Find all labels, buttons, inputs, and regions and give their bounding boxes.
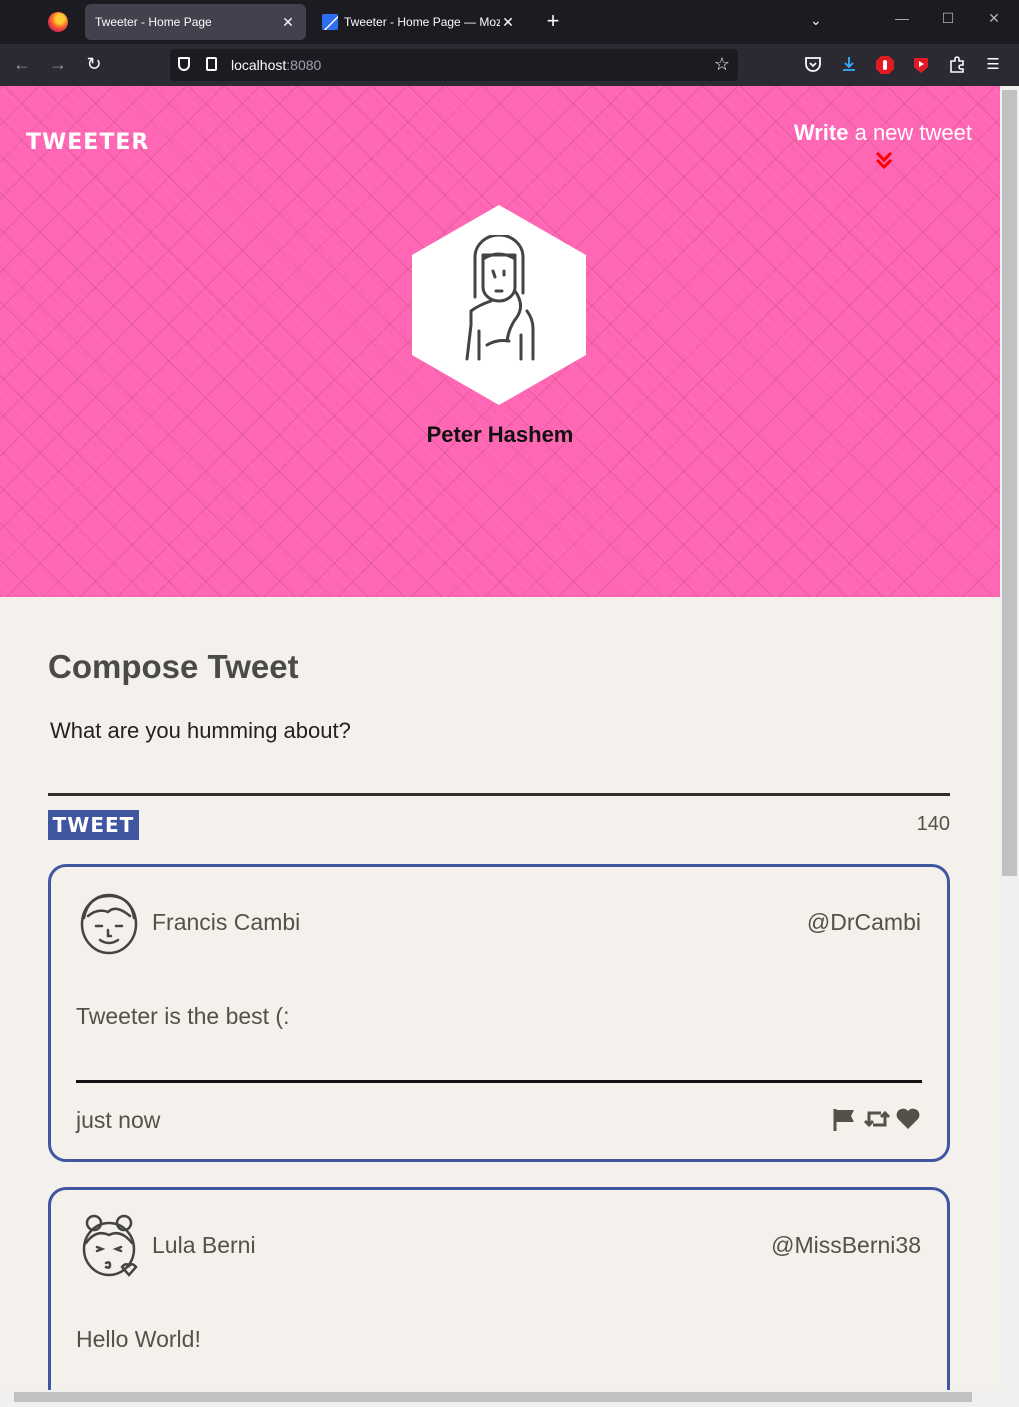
maximize-icon[interactable]: ☐ xyxy=(938,10,958,27)
back-icon[interactable]: ← xyxy=(11,54,33,74)
page-info-icon[interactable] xyxy=(206,57,217,71)
woman-avatar-icon xyxy=(465,235,535,361)
shield-icon[interactable] xyxy=(178,57,190,71)
url-port: :8080 xyxy=(286,57,322,73)
tweet-actions xyxy=(831,1107,921,1131)
tweet-card: Francis Cambi @DrCambi Tweeter is the be… xyxy=(48,864,950,1162)
close-window-icon[interactable]: ✕ xyxy=(984,10,1004,27)
minimize-icon[interactable]: — xyxy=(892,10,912,26)
write-new-tweet-link[interactable]: Write a new tweet xyxy=(794,120,972,146)
page-viewport: tweeter Write a new tweet xyxy=(0,86,1000,1390)
profile-avatar xyxy=(412,205,586,405)
url-host: localhost xyxy=(231,57,287,73)
tweet-text: Hello World! xyxy=(76,1326,201,1352)
download-icon[interactable] xyxy=(839,55,859,75)
close-tab-icon[interactable]: ✕ xyxy=(500,14,516,31)
compose-title: Compose Tweet xyxy=(48,648,299,685)
tab-tweeter-home[interactable]: Tweeter - Home Page ✕ xyxy=(85,4,306,40)
tweet-author-handle: @DrCambi xyxy=(806,909,921,935)
man-avatar-icon xyxy=(78,890,140,956)
girl-avatar-icon xyxy=(78,1213,140,1279)
tweet-card: Lula Berni @MissBerni38 Hello World! xyxy=(48,1187,950,1390)
vertical-scrollbar[interactable] xyxy=(1000,86,1019,1390)
video-extension-icon[interactable] xyxy=(911,55,931,75)
heart-icon[interactable] xyxy=(895,1107,921,1131)
tweet-author-handle: @MissBerni38 xyxy=(771,1232,921,1258)
flag-icon[interactable] xyxy=(831,1107,857,1131)
tweet-text-input[interactable] xyxy=(48,716,950,796)
tab-tweeter-home-2[interactable]: Tweeter - Home Page — Mozilla Firefox ✕ xyxy=(312,4,526,40)
chevron-down-icon[interactable]: ⌄ xyxy=(810,12,822,29)
write-bold-text: Write xyxy=(793,120,849,145)
tweet-divider xyxy=(76,1080,922,1083)
reload-icon[interactable]: ↻ xyxy=(83,54,105,74)
close-tab-icon[interactable]: ✕ xyxy=(280,14,296,31)
write-rest-text: a new tweet xyxy=(848,120,972,145)
double-chevron-down-icon[interactable] xyxy=(874,150,894,170)
character-counter: 140 xyxy=(916,813,950,835)
pocket-icon[interactable] xyxy=(803,55,823,75)
tweet-text: Tweeter is the best (: xyxy=(76,1003,290,1029)
firefox-logo-icon[interactable] xyxy=(48,12,68,32)
blocker-extension-icon[interactable] xyxy=(875,55,895,75)
tweet-submit-button[interactable]: tweet xyxy=(48,810,139,840)
profile-name: Peter Hashem xyxy=(426,422,574,447)
bookmark-star-icon[interactable]: ☆ xyxy=(714,54,730,75)
url-bar[interactable]: localhost:8080 ☆ xyxy=(170,49,738,81)
tweet-author-name: Lula Berni xyxy=(152,1232,256,1258)
hero-header: tweeter Write a new tweet xyxy=(0,86,1000,597)
brand-logo[interactable]: tweeter xyxy=(26,130,149,155)
scrollbar-thumb[interactable] xyxy=(14,1392,972,1402)
tweet-author-name: Francis Cambi xyxy=(152,909,301,935)
scrollbar-thumb[interactable] xyxy=(1002,90,1017,876)
browser-nav-bar: ← → ↻ localhost:8080 ☆ ☰ xyxy=(0,44,1019,86)
horizontal-scrollbar[interactable] xyxy=(0,1390,1019,1407)
favicon-icon xyxy=(322,14,338,30)
browser-tab-bar: Tweeter - Home Page ✕ Tweeter - Home Pag… xyxy=(0,0,1019,44)
url-text[interactable]: localhost:8080 xyxy=(231,57,321,73)
new-tab-icon[interactable]: + xyxy=(543,10,563,32)
tab-title: Tweeter - Home Page — Mozilla Firefox xyxy=(344,15,500,29)
retweet-icon[interactable] xyxy=(863,1107,891,1131)
menu-hamburger-icon[interactable]: ☰ xyxy=(983,55,1003,75)
tweet-timestamp: just now xyxy=(76,1107,161,1133)
tab-title: Tweeter - Home Page xyxy=(95,15,212,29)
extensions-puzzle-icon[interactable] xyxy=(947,55,967,75)
forward-icon[interactable]: → xyxy=(47,54,69,74)
